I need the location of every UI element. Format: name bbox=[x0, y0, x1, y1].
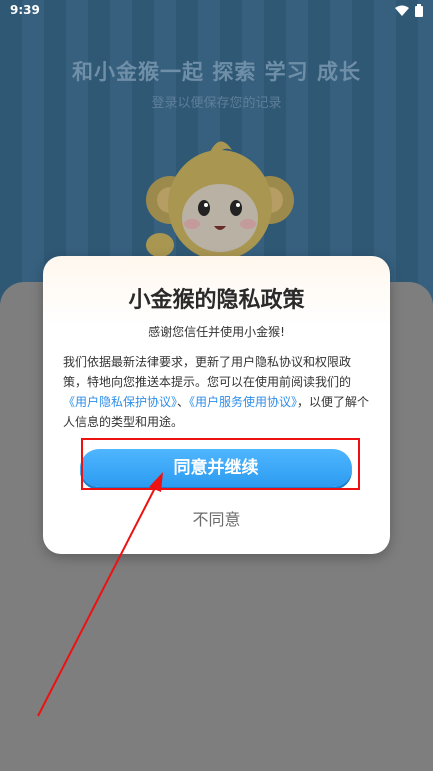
monkey-mascot-image bbox=[146, 141, 294, 260]
disagree-button[interactable]: 不同意 bbox=[43, 506, 390, 530]
welcome-headline: 和小金猴一起 探索 学习 成长 bbox=[72, 60, 361, 84]
body-text-part-1: 我们依据最新法律要求，更新了用户隐私协议和权限政策，特地向您推送本提示。您可以在… bbox=[63, 355, 352, 389]
privacy-dialog: 小金猴的隐私政策 感谢您信任并使用小金猴! 我们依据最新法律要求，更新了用户隐私… bbox=[43, 256, 390, 554]
welcome-subline: 登录以便保存您的记录 bbox=[151, 96, 282, 111]
service-agreement-link[interactable]: 《用户服务使用协议》 bbox=[189, 395, 297, 409]
wifi-icon bbox=[395, 5, 409, 16]
status-bar: 9:39 bbox=[0, 0, 433, 22]
agree-continue-button[interactable]: 同意并继续 bbox=[80, 449, 352, 487]
privacy-agreement-link[interactable]: 《用户隐私保护协议》 bbox=[63, 395, 177, 409]
dialog-body-text: 我们依据最新法律要求，更新了用户隐私协议和权限政策，特地向您推送本提示。您可以在… bbox=[63, 352, 371, 432]
status-icons bbox=[395, 4, 423, 17]
battery-icon bbox=[415, 4, 423, 17]
body-separator: 、 bbox=[177, 395, 190, 409]
dialog-thanks-text: 感谢您信任并使用小金猴! bbox=[148, 325, 285, 339]
dialog-title: 小金猴的隐私政策 bbox=[128, 288, 305, 313]
status-time: 9:39 bbox=[10, 3, 40, 17]
